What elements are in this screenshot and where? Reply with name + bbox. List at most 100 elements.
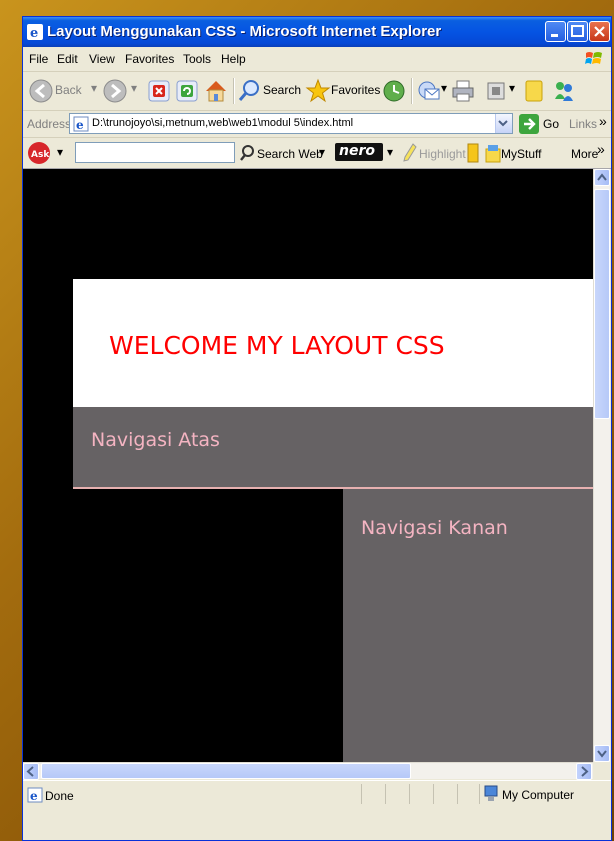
history-icon[interactable] [381, 77, 407, 105]
status-text: Done [45, 789, 74, 803]
highlight-button[interactable]: Highlight [419, 147, 466, 161]
svg-text:e: e [30, 789, 38, 803]
scroll-left-button[interactable] [23, 763, 39, 780]
address-dropdown-button[interactable] [495, 114, 512, 133]
menu-help[interactable]: Help [221, 52, 246, 66]
toolbar-separator [233, 78, 235, 104]
favorites-label[interactable]: Favorites [331, 83, 380, 97]
menu-favorites[interactable]: Favorites [125, 52, 174, 66]
close-icon [594, 26, 605, 37]
links-expand-icon[interactable]: » [599, 113, 607, 129]
status-cell [409, 784, 434, 804]
forward-dropdown-icon[interactable]: ▾ [131, 81, 137, 95]
ask-toolbar: Ask ▾ Search Web ▾ nero ▾ Highlight MySt… [23, 138, 611, 169]
scrollbar-corner [593, 762, 610, 779]
print-icon[interactable] [451, 77, 475, 105]
go-button[interactable]: Go [543, 117, 559, 131]
maximize-icon [571, 25, 584, 37]
horizontal-scroll-thumb[interactable] [41, 763, 411, 779]
chevron-right-icon [581, 766, 589, 777]
page-header: WELCOME MY LAYOUT CSS [73, 279, 593, 407]
mail-icon[interactable] [417, 77, 441, 105]
address-url: D:\trunojoyo\si,metnum,web\web1\modul 5\… [92, 117, 354, 129]
vertical-scroll-thumb[interactable] [594, 189, 610, 419]
back-icon[interactable] [29, 77, 55, 105]
minimize-icon [551, 34, 558, 37]
minimize-button[interactable] [545, 21, 566, 42]
nero-logo[interactable]: nero [335, 143, 383, 161]
ask-dropdown-icon[interactable]: ▾ [57, 145, 63, 159]
edit-dropdown-icon[interactable]: ▾ [509, 81, 515, 95]
search-icon[interactable] [237, 77, 261, 105]
done-page-icon: e [27, 787, 43, 803]
right-navigation: Navigasi Kanan [343, 489, 593, 762]
status-cell [385, 784, 410, 804]
page-viewport: WELCOME MY LAYOUT CSS Navigasi Atas Navi… [23, 169, 593, 762]
scroll-down-button[interactable] [594, 745, 610, 762]
maximize-button[interactable] [567, 21, 588, 42]
page-title: WELCOME MY LAYOUT CSS [109, 331, 445, 360]
ask-search-input[interactable] [75, 142, 235, 163]
links-label[interactable]: Links [569, 117, 597, 131]
zone-label: My Computer [502, 788, 575, 802]
window-title: Layout Menggunakan CSS - Microsoft Inter… [47, 23, 442, 40]
chevron-left-icon [26, 766, 34, 777]
title-bar[interactable]: e Layout Menggunakan CSS - Microsoft Int… [23, 17, 611, 47]
stop-icon[interactable] [147, 77, 171, 105]
menu-bar: File Edit View Favorites Tools Help [23, 47, 611, 72]
scroll-right-button[interactable] [576, 763, 592, 780]
windows-logo-icon [585, 52, 602, 64]
page-icon: e [73, 116, 89, 132]
scroll-up-button[interactable] [594, 169, 610, 186]
standard-toolbar: Back ▾ ▾ Search Favorites ▾ ▾ [23, 72, 611, 111]
search-web-dropdown-icon[interactable]: ▾ [319, 145, 325, 159]
search-label[interactable]: Search [263, 83, 301, 97]
chevron-up-icon [597, 173, 607, 181]
svg-text:e: e [30, 26, 38, 40]
svg-text:e: e [76, 118, 84, 132]
more-button[interactable]: More [571, 147, 598, 161]
svg-text:Ask: Ask [31, 150, 50, 160]
menu-file[interactable]: File [29, 52, 48, 66]
home-icon[interactable] [203, 77, 229, 105]
ie-icon: e [27, 24, 43, 40]
mail-dropdown-icon[interactable]: ▾ [441, 81, 447, 95]
status-cell [361, 784, 386, 804]
ask-logo-icon[interactable]: Ask [27, 141, 51, 165]
close-button[interactable] [589, 21, 610, 42]
status-zone-cell: My Computer [479, 784, 600, 804]
nero-label: nero [339, 143, 375, 159]
back-dropdown-icon[interactable]: ▾ [91, 81, 97, 95]
address-input[interactable]: e D:\trunojoyo\si,metnum,web\web1\modul … [69, 113, 513, 134]
back-label[interactable]: Back [55, 83, 82, 97]
discuss-icon[interactable] [523, 77, 545, 105]
vertical-scrollbar[interactable] [593, 169, 610, 762]
messenger-icon[interactable] [551, 77, 577, 105]
menu-edit[interactable]: Edit [57, 52, 78, 66]
favorites-icon[interactable] [305, 77, 331, 105]
status-cell [457, 784, 480, 804]
edit-icon[interactable] [485, 77, 507, 105]
browser-window: e Layout Menggunakan CSS - Microsoft Int… [22, 16, 612, 841]
top-navigation: Navigasi Atas [73, 407, 593, 489]
notepad-icon[interactable] [467, 143, 479, 163]
forward-icon[interactable] [103, 77, 129, 105]
refresh-icon[interactable] [175, 77, 199, 105]
chevron-down-icon [597, 750, 607, 758]
address-label: Address [27, 117, 72, 131]
mystuff-icon [485, 145, 501, 163]
menu-tools[interactable]: Tools [183, 52, 211, 66]
toolbar-separator-2 [411, 78, 413, 104]
nero-dropdown-icon[interactable]: ▾ [387, 145, 393, 159]
mystuff-button[interactable]: MyStuff [501, 147, 541, 161]
top-navigation-label: Navigasi Atas [91, 429, 220, 451]
computer-icon [484, 785, 498, 801]
search-web-button[interactable]: Search Web [257, 147, 323, 161]
go-arrow-icon[interactable] [519, 114, 539, 134]
status-cell [433, 784, 458, 804]
menu-view[interactable]: View [89, 52, 115, 66]
more-expand-icon[interactable]: » [597, 141, 605, 157]
right-navigation-label: Navigasi Kanan [361, 517, 508, 539]
horizontal-scrollbar[interactable] [23, 762, 593, 780]
highlight-icon [403, 143, 417, 162]
